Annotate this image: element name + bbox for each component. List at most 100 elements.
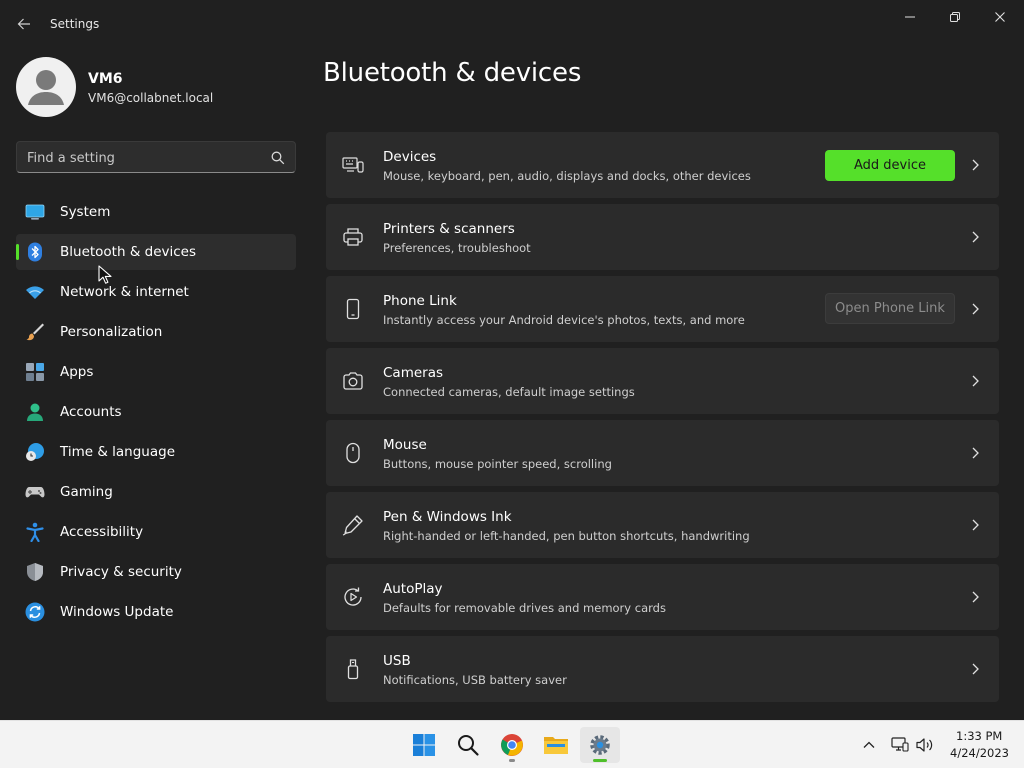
taskbar-start-button[interactable]: [404, 727, 444, 763]
card-description: Preferences, troubleshoot: [383, 241, 531, 255]
minimize-button[interactable]: [888, 4, 932, 30]
sidebar-item-system[interactable]: System: [16, 194, 296, 230]
card-title: Pen & Windows Ink: [383, 509, 512, 525]
network-icon: [891, 737, 909, 752]
app-title: Settings: [50, 17, 100, 31]
settings-icon: [590, 735, 610, 755]
taskbar: 1:33 PM 4/24/2023: [0, 720, 1024, 768]
card-description: Buttons, mouse pointer speed, scrolling: [383, 457, 612, 471]
sidebar-item-label: Bluetooth & devices: [60, 244, 197, 260]
card-devices[interactable]: Devices Mouse, keyboard, pen, audio, dis…: [326, 132, 999, 198]
pen-icon: [342, 515, 363, 536]
update-icon: [25, 602, 45, 622]
back-arrow-icon: [17, 18, 30, 30]
file-explorer-icon: [544, 737, 568, 754]
sidebar-item-label: Accounts: [60, 404, 122, 420]
sidebar-item-label: Gaming: [60, 484, 113, 500]
volume-icon: [916, 738, 933, 752]
taskbar-settings[interactable]: [580, 727, 620, 763]
chevron-right-icon: [972, 447, 979, 459]
devices-icon: [342, 157, 364, 173]
person-avatar-icon: [28, 70, 64, 105]
sidebar-item-label: Network & internet: [60, 284, 189, 300]
add-device-button[interactable]: Add device: [825, 150, 955, 181]
apps-icon: [26, 363, 44, 381]
chevron-right-icon: [972, 159, 979, 171]
card-description: Connected cameras, default image setting…: [383, 385, 635, 399]
volume-button[interactable]: [915, 735, 935, 755]
taskbar-chrome[interactable]: [492, 727, 532, 763]
sidebar-nav: System Bluetooth & devices Network & int…: [16, 194, 296, 634]
card-title: Mouse: [383, 437, 427, 453]
taskbar-search-button[interactable]: [448, 727, 488, 763]
card-title: Printers & scanners: [383, 221, 515, 237]
sidebar-item-windows-update[interactable]: Windows Update: [16, 594, 296, 630]
wifi-icon: [26, 286, 44, 299]
usb-icon: [347, 659, 359, 680]
card-autoplay[interactable]: AutoPlay Defaults for removable drives a…: [326, 564, 999, 630]
card-title: Cameras: [383, 365, 444, 381]
card-description: Notifications, USB battery saver: [383, 673, 567, 687]
close-icon: [995, 12, 1005, 22]
card-title: Devices: [383, 149, 437, 165]
restore-button[interactable]: [933, 4, 977, 30]
sidebar-item-network[interactable]: Network & internet: [16, 274, 296, 310]
card-description: Instantly access your Android device's p…: [383, 313, 745, 327]
bluetooth-icon: [28, 242, 42, 262]
globe-clock-icon: [26, 443, 44, 461]
close-button[interactable]: [978, 4, 1022, 30]
title-bar: Settings: [0, 0, 1024, 48]
search-input[interactable]: [27, 148, 257, 168]
gamepad-icon: [25, 487, 45, 498]
sidebar-item-label: Time & language: [60, 444, 176, 460]
user-name: VM6: [88, 71, 123, 87]
card-pen-windows-ink[interactable]: Pen & Windows Ink Right-handed or left-h…: [326, 492, 999, 558]
chevron-up-icon: [863, 741, 875, 748]
sidebar-item-label: Windows Update: [60, 604, 174, 620]
running-indicator: [593, 759, 607, 762]
sidebar-item-time-language[interactable]: Time & language: [16, 434, 296, 470]
settings-window: Settings VM6 VM6@collabnet.local System …: [0, 0, 1024, 720]
sidebar-item-bluetooth-devices[interactable]: Bluetooth & devices: [16, 234, 296, 270]
chevron-right-icon: [972, 663, 979, 675]
search-box[interactable]: [16, 141, 296, 173]
settings-card-list: Devices Mouse, keyboard, pen, audio, dis…: [326, 132, 999, 708]
accessibility-icon: [26, 522, 44, 542]
sidebar-item-apps[interactable]: Apps: [16, 354, 296, 390]
running-indicator: [509, 759, 515, 762]
open-phone-link-button[interactable]: Open Phone Link: [825, 293, 955, 324]
clock-time[interactable]: 1:33 PM: [956, 729, 1002, 743]
card-mouse[interactable]: Mouse Buttons, mouse pointer speed, scro…: [326, 420, 999, 486]
sidebar-item-gaming[interactable]: Gaming: [16, 474, 296, 510]
card-title: AutoPlay: [383, 581, 443, 597]
monitor-icon: [25, 204, 45, 220]
start-icon: [413, 734, 435, 756]
page-title: Bluetooth & devices: [323, 58, 582, 88]
card-printers-scanners[interactable]: Printers & scanners Preferences, trouble…: [326, 204, 999, 270]
card-cameras[interactable]: Cameras Connected cameras, default image…: [326, 348, 999, 414]
card-description: Mouse, keyboard, pen, audio, displays an…: [383, 169, 751, 183]
sidebar-item-label: Apps: [60, 364, 94, 380]
show-hidden-icons-button[interactable]: [859, 735, 879, 755]
card-usb[interactable]: USB Notifications, USB battery saver: [326, 636, 999, 702]
search-icon: [458, 735, 479, 756]
selection-indicator: [16, 244, 19, 260]
taskbar-file-explorer[interactable]: [536, 727, 576, 763]
chevron-right-icon: [972, 375, 979, 387]
person-icon: [27, 403, 43, 421]
camera-icon: [343, 372, 363, 390]
chevron-right-icon: [972, 303, 979, 315]
back-button[interactable]: [10, 10, 38, 38]
printer-icon: [343, 228, 363, 246]
sidebar-item-accounts[interactable]: Accounts: [16, 394, 296, 430]
sidebar-item-accessibility[interactable]: Accessibility: [16, 514, 296, 550]
sidebar-item-label: Privacy & security: [60, 564, 182, 580]
network-status-button[interactable]: [890, 735, 910, 755]
sidebar-item-personalization[interactable]: Personalization: [16, 314, 296, 350]
sidebar-item-label: Accessibility: [60, 524, 144, 540]
avatar[interactable]: [16, 57, 76, 117]
sidebar-item-label: System: [60, 204, 111, 220]
clock-date[interactable]: 4/24/2023: [950, 746, 1009, 760]
chevron-right-icon: [972, 231, 979, 243]
sidebar-item-privacy-security[interactable]: Privacy & security: [16, 554, 296, 590]
